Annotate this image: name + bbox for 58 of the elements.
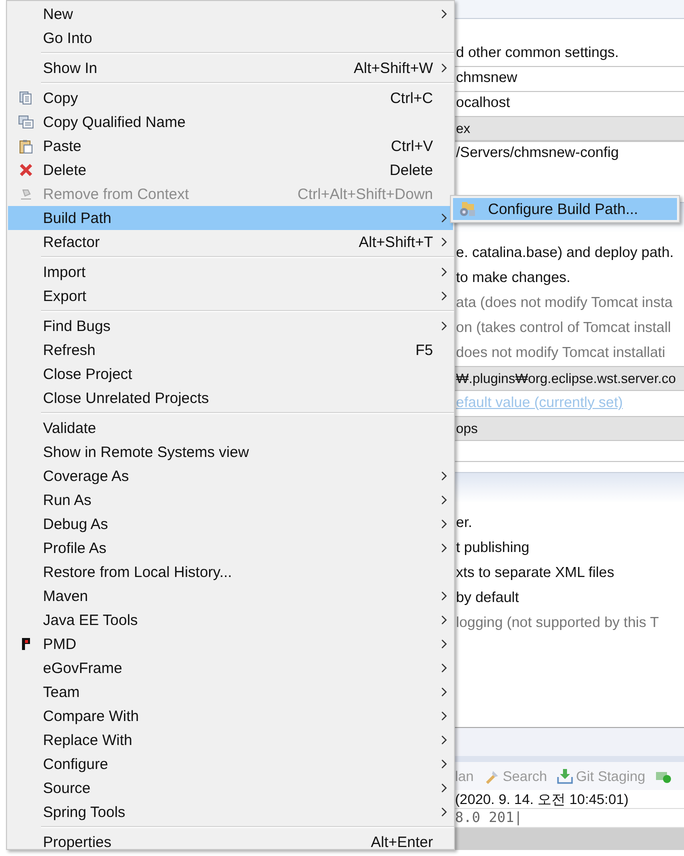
download-tray-icon <box>557 768 574 784</box>
delete-icon <box>18 163 32 177</box>
menu-item[interactable]: Show In Alt+Shift+W <box>8 56 453 80</box>
menu-item[interactable]: Team <box>8 680 453 704</box>
menu-item[interactable]: Copy Ctrl+C <box>8 86 453 110</box>
menu-item[interactable]: Close Project <box>8 362 453 386</box>
console-text: (2020. 9. 14. 오전 10:45:01) <box>455 790 684 809</box>
menu-item[interactable]: Refactor Alt+Shift+T <box>8 230 453 254</box>
description-text: d other common settings. <box>455 44 620 63</box>
menu-item[interactable]: Copy Qualified Name <box>8 110 453 134</box>
description-text: to make changes. <box>455 269 572 288</box>
menu-item[interactable]: Java EE Tools <box>8 608 453 632</box>
option-label: ata (does not modify Tomcat insta <box>455 294 674 313</box>
menu-item[interactable]: Show in Remote Systems view <box>8 440 453 464</box>
readonly-field: ₩.plugins₩org.eclipse.wst.server.co <box>455 366 684 391</box>
menu-item[interactable]: Coverage As <box>8 464 453 488</box>
menu-item[interactable]: New <box>8 2 453 26</box>
menu-item[interactable]: Maven <box>8 584 453 608</box>
menu-item[interactable]: Run As <box>8 488 453 512</box>
menu-item[interactable]: Profile As <box>8 536 453 560</box>
copy-icon <box>18 91 32 105</box>
flashlight-icon <box>484 768 500 784</box>
option-label: does not modify Tomcat installati <box>455 344 666 363</box>
menu-item[interactable]: Spring Tools <box>8 800 453 824</box>
menu-item[interactable]: Configure Build Path... <box>453 198 677 220</box>
menu-item[interactable]: Configure <box>8 752 453 776</box>
description-text: xts to separate XML files <box>455 564 616 583</box>
menu-item[interactable]: Compare With <box>8 704 453 728</box>
menu-item[interactable]: Delete Delete <box>8 158 453 182</box>
menu-item[interactable]: Refresh F5 <box>8 338 453 362</box>
option-label: logging (not supported by this T <box>455 614 660 633</box>
description-text: e. catalina.base) and deploy path. <box>455 244 675 263</box>
menu-item[interactable]: Build Path <box>8 206 453 230</box>
option-label: on (takes control of Tomcat install <box>455 319 672 338</box>
gear-folder-icon <box>458 201 476 217</box>
menu-item[interactable]: Close Unrelated Projects <box>8 386 453 410</box>
menu-item[interactable]: PMD <box>8 632 453 656</box>
readonly-field: ex <box>455 116 684 141</box>
menu-item[interactable]: Validate <box>8 416 453 440</box>
menu-item[interactable]: Restore from Local History... <box>8 560 453 584</box>
copy-icon <box>18 115 34 129</box>
menu-item[interactable]: Paste Ctrl+V <box>8 134 453 158</box>
remove-icon <box>18 187 32 201</box>
menu-item[interactable]: Go Into <box>8 26 453 50</box>
pmd-icon <box>20 637 30 651</box>
menu-item[interactable]: Properties Alt+Enter <box>8 830 453 854</box>
menu-item[interactable]: Import <box>8 260 453 284</box>
menu-item[interactable]: Replace With <box>8 728 453 752</box>
menu-item[interactable]: Export <box>8 284 453 308</box>
description-text: by default <box>455 589 520 608</box>
menu-item[interactable]: eGovFrame <box>8 656 453 680</box>
description-text: er. <box>455 514 474 533</box>
menu-item[interactable]: Debug As <box>8 512 453 536</box>
description-text: t publishing <box>455 539 530 558</box>
readonly-field: ops <box>455 416 684 441</box>
menu-item[interactable]: Source <box>8 776 453 800</box>
clipboard-icon <box>18 138 32 154</box>
menu-item[interactable]: Find Bugs <box>8 314 453 338</box>
